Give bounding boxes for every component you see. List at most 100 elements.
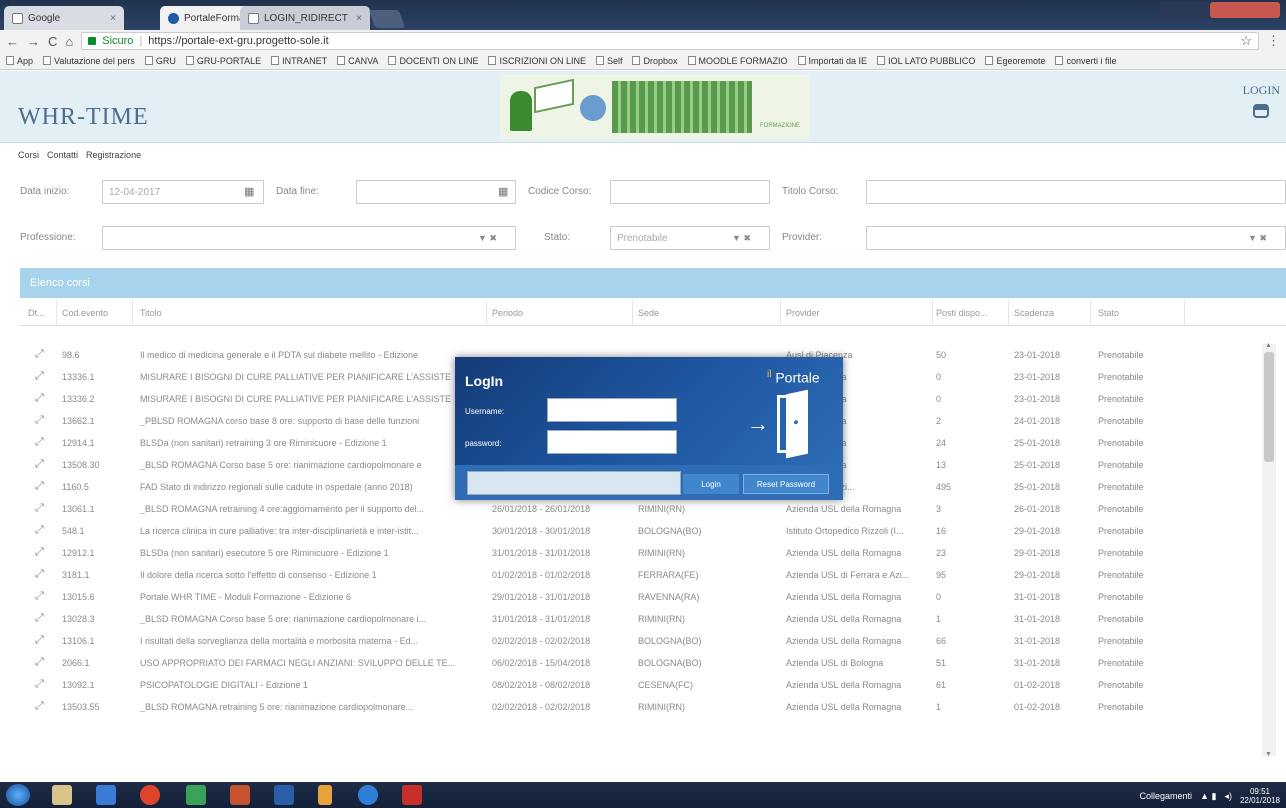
bookmark-item[interactable]: IOL LATO PUBBLICO — [877, 56, 975, 66]
bookmark-item[interactable]: Dropbox — [632, 56, 678, 66]
scrollbar-thumb[interactable] — [1264, 352, 1274, 462]
login-button[interactable]: Login — [683, 474, 739, 494]
expand-arrow-icon[interactable]: ⤢ — [35, 458, 44, 471]
java-icon[interactable] — [318, 785, 332, 805]
expand-arrow-icon[interactable]: ⤢ — [35, 590, 44, 603]
bookmark-item[interactable]: App — [6, 56, 33, 66]
expand-arrow-icon[interactable]: ⤢ — [35, 392, 44, 405]
col-header-cod-evento[interactable]: Cod.evento — [62, 308, 108, 318]
expand-arrow-icon[interactable]: ⤢ — [35, 634, 44, 647]
close-window-button[interactable] — [1210, 2, 1280, 18]
menu-icon[interactable]: ⋮ — [1267, 33, 1280, 49]
expand-arrow-icon[interactable]: ⤢ — [35, 700, 44, 713]
provider-select[interactable] — [866, 226, 1286, 250]
chevron-down-icon[interactable]: ▼ ✖ — [478, 233, 497, 244]
col-header-scadenza[interactable]: Scadenza — [1014, 308, 1054, 318]
col-header-titolo[interactable]: Titolo — [140, 308, 162, 318]
table-row[interactable]: ⤢ 13092.1 PSICOPATOLOGIE DIGITALI - Edizio… — [20, 674, 1260, 696]
menu-item-corsi[interactable]: Corsi — [18, 150, 39, 160]
table-row[interactable]: ⤢ 12912.1 BLSDa (non sanitari) esecutore 5… — [20, 542, 1260, 564]
close-tab-icon[interactable]: × — [110, 13, 116, 24]
site-logo[interactable]: WHR-TIME — [18, 104, 149, 131]
explorer-icon[interactable] — [52, 785, 72, 805]
window-controls[interactable] — [1160, 2, 1210, 18]
word-icon[interactable] — [274, 785, 294, 805]
col-header-provider[interactable]: Provider — [786, 308, 820, 318]
col-header-posti[interactable]: Posti dispo... — [936, 308, 988, 318]
expand-arrow-icon[interactable]: ⤢ — [35, 612, 44, 625]
bookmark-item[interactable]: converti i file — [1055, 56, 1117, 66]
titolo-corso-input[interactable] — [866, 180, 1286, 204]
bookmark-item[interactable]: DOCENTI ON LINE — [388, 56, 478, 66]
expand-arrow-icon[interactable]: ⤢ — [35, 568, 44, 581]
reset-password-button[interactable]: Reset Password — [743, 474, 829, 494]
acrobat-icon[interactable] — [402, 785, 422, 805]
table-row[interactable]: ⤢ 2066.1 USO APPROPRIATO DEI FARMACI NEGLI… — [20, 652, 1260, 674]
table-row[interactable]: ⤢ 3181.1 Il dolore della ricerca sotto l'e… — [20, 564, 1260, 586]
bookmark-item[interactable]: Self — [595, 56, 622, 66]
bookmark-item[interactable]: GRU-PORTALE — [185, 56, 261, 66]
bookmark-item[interactable]: GRU — [144, 56, 176, 66]
close-tab-icon[interactable]: × — [356, 13, 362, 24]
expand-arrow-icon[interactable]: ⤢ — [35, 414, 44, 427]
calendar-icon[interactable]: ▦ — [244, 185, 254, 198]
tab-google[interactable]: Google × — [4, 6, 124, 30]
scroll-down-icon[interactable]: ▼ — [1265, 751, 1272, 758]
chrome-icon[interactable] — [140, 785, 160, 805]
table-row[interactable]: ⤢ 13503.55 _BLSD ROMAGNA retraining 5 ore:… — [20, 696, 1260, 718]
internet-explorer-icon[interactable] — [358, 785, 378, 805]
table-row[interactable]: ⤢ 13061.1 _BLSD ROMAGNA retraining 4 ore:a… — [20, 498, 1260, 520]
col-header-sede[interactable]: Sede — [638, 308, 659, 318]
chevron-down-icon[interactable]: ▼ ✖ — [732, 233, 751, 244]
bookmark-item[interactable]: Egeoremote — [985, 56, 1045, 66]
bookmark-item[interactable]: Importati da IE — [797, 56, 867, 66]
bookmark-item[interactable]: ISCRIZIONI ON LINE — [488, 56, 586, 66]
expand-arrow-icon[interactable]: ⤢ — [35, 502, 44, 515]
header-login-link[interactable]: LOGIN — [1243, 83, 1280, 118]
expand-arrow-icon[interactable]: ⤢ — [35, 524, 44, 537]
tab-login-redirect[interactable]: LOGIN_RIDIRECT × — [240, 6, 370, 30]
network-icon[interactable]: ▲ ▮ — [1200, 791, 1216, 802]
start-button[interactable] — [6, 784, 30, 806]
table-row[interactable]: ⤢ 13106.1 I risultati della sorveglianza d… — [20, 630, 1260, 652]
powerpoint-icon[interactable] — [230, 785, 250, 805]
scroll-up-icon[interactable]: ▲ — [1265, 342, 1272, 349]
table-scrollbar[interactable]: ▲ ▼ — [1262, 342, 1276, 758]
professione-select[interactable] — [102, 226, 516, 250]
chevron-down-icon[interactable]: ▼ ✖ — [1248, 233, 1267, 244]
bookmark-item[interactable]: Valutazione del pers — [43, 56, 135, 66]
col-header-stato[interactable]: Stato — [1098, 308, 1119, 318]
url-field[interactable]: Sicuro | https://portale-ext-gru.progett… — [81, 32, 1259, 50]
col-header-periodo[interactable]: Periodo — [492, 308, 523, 318]
table-row[interactable]: ⤢ 13028.3 _BLSD ROMAGNA Corso base 5 ore: … — [20, 608, 1260, 630]
bookmark-item[interactable]: MOODLE FORMAZIO — [687, 56, 788, 66]
password-input[interactable] — [547, 430, 677, 454]
expand-arrow-icon[interactable]: ⤢ — [35, 546, 44, 559]
data-fine-input[interactable] — [356, 180, 516, 204]
menu-item-registrazione[interactable]: Registrazione — [86, 150, 141, 160]
bookmark-item[interactable]: INTRANET — [271, 56, 327, 66]
star-icon[interactable]: ☆ — [1240, 33, 1252, 49]
outlook-icon[interactable] — [96, 785, 116, 805]
col-header-dt[interactable]: Dt... — [28, 308, 45, 318]
network-label[interactable]: Collegamenti — [1140, 791, 1193, 801]
expand-arrow-icon[interactable]: ⤢ — [35, 436, 44, 449]
menu-item-contatti[interactable]: Contatti — [47, 150, 78, 160]
calendar-icon[interactable]: ▦ — [498, 185, 508, 198]
new-tab-button[interactable] — [368, 10, 406, 28]
bookmark-item[interactable]: CANVA — [337, 56, 378, 66]
expand-arrow-icon[interactable]: ⤢ — [35, 370, 44, 383]
home-icon[interactable]: ⌂ — [65, 34, 73, 49]
expand-arrow-icon[interactable]: ⤢ — [35, 656, 44, 669]
table-row[interactable]: ⤢ 548.1 La ricerca clinica in cure palliat… — [20, 520, 1260, 542]
data-inizio-input[interactable]: 12-04-2017 — [102, 180, 264, 204]
excel-icon[interactable] — [186, 785, 206, 805]
reload-icon[interactable]: C — [48, 34, 57, 49]
table-row[interactable]: ⤢ 13015.6 Portale WHR TIME - Moduli Formaz… — [20, 586, 1260, 608]
forward-icon[interactable]: → — [27, 34, 40, 49]
expand-arrow-icon[interactable]: ⤢ — [35, 348, 44, 361]
back-icon[interactable]: ← — [6, 34, 19, 49]
expand-arrow-icon[interactable]: ⤢ — [35, 480, 44, 493]
codice-corso-input[interactable] — [610, 180, 770, 204]
username-input[interactable] — [547, 398, 677, 422]
